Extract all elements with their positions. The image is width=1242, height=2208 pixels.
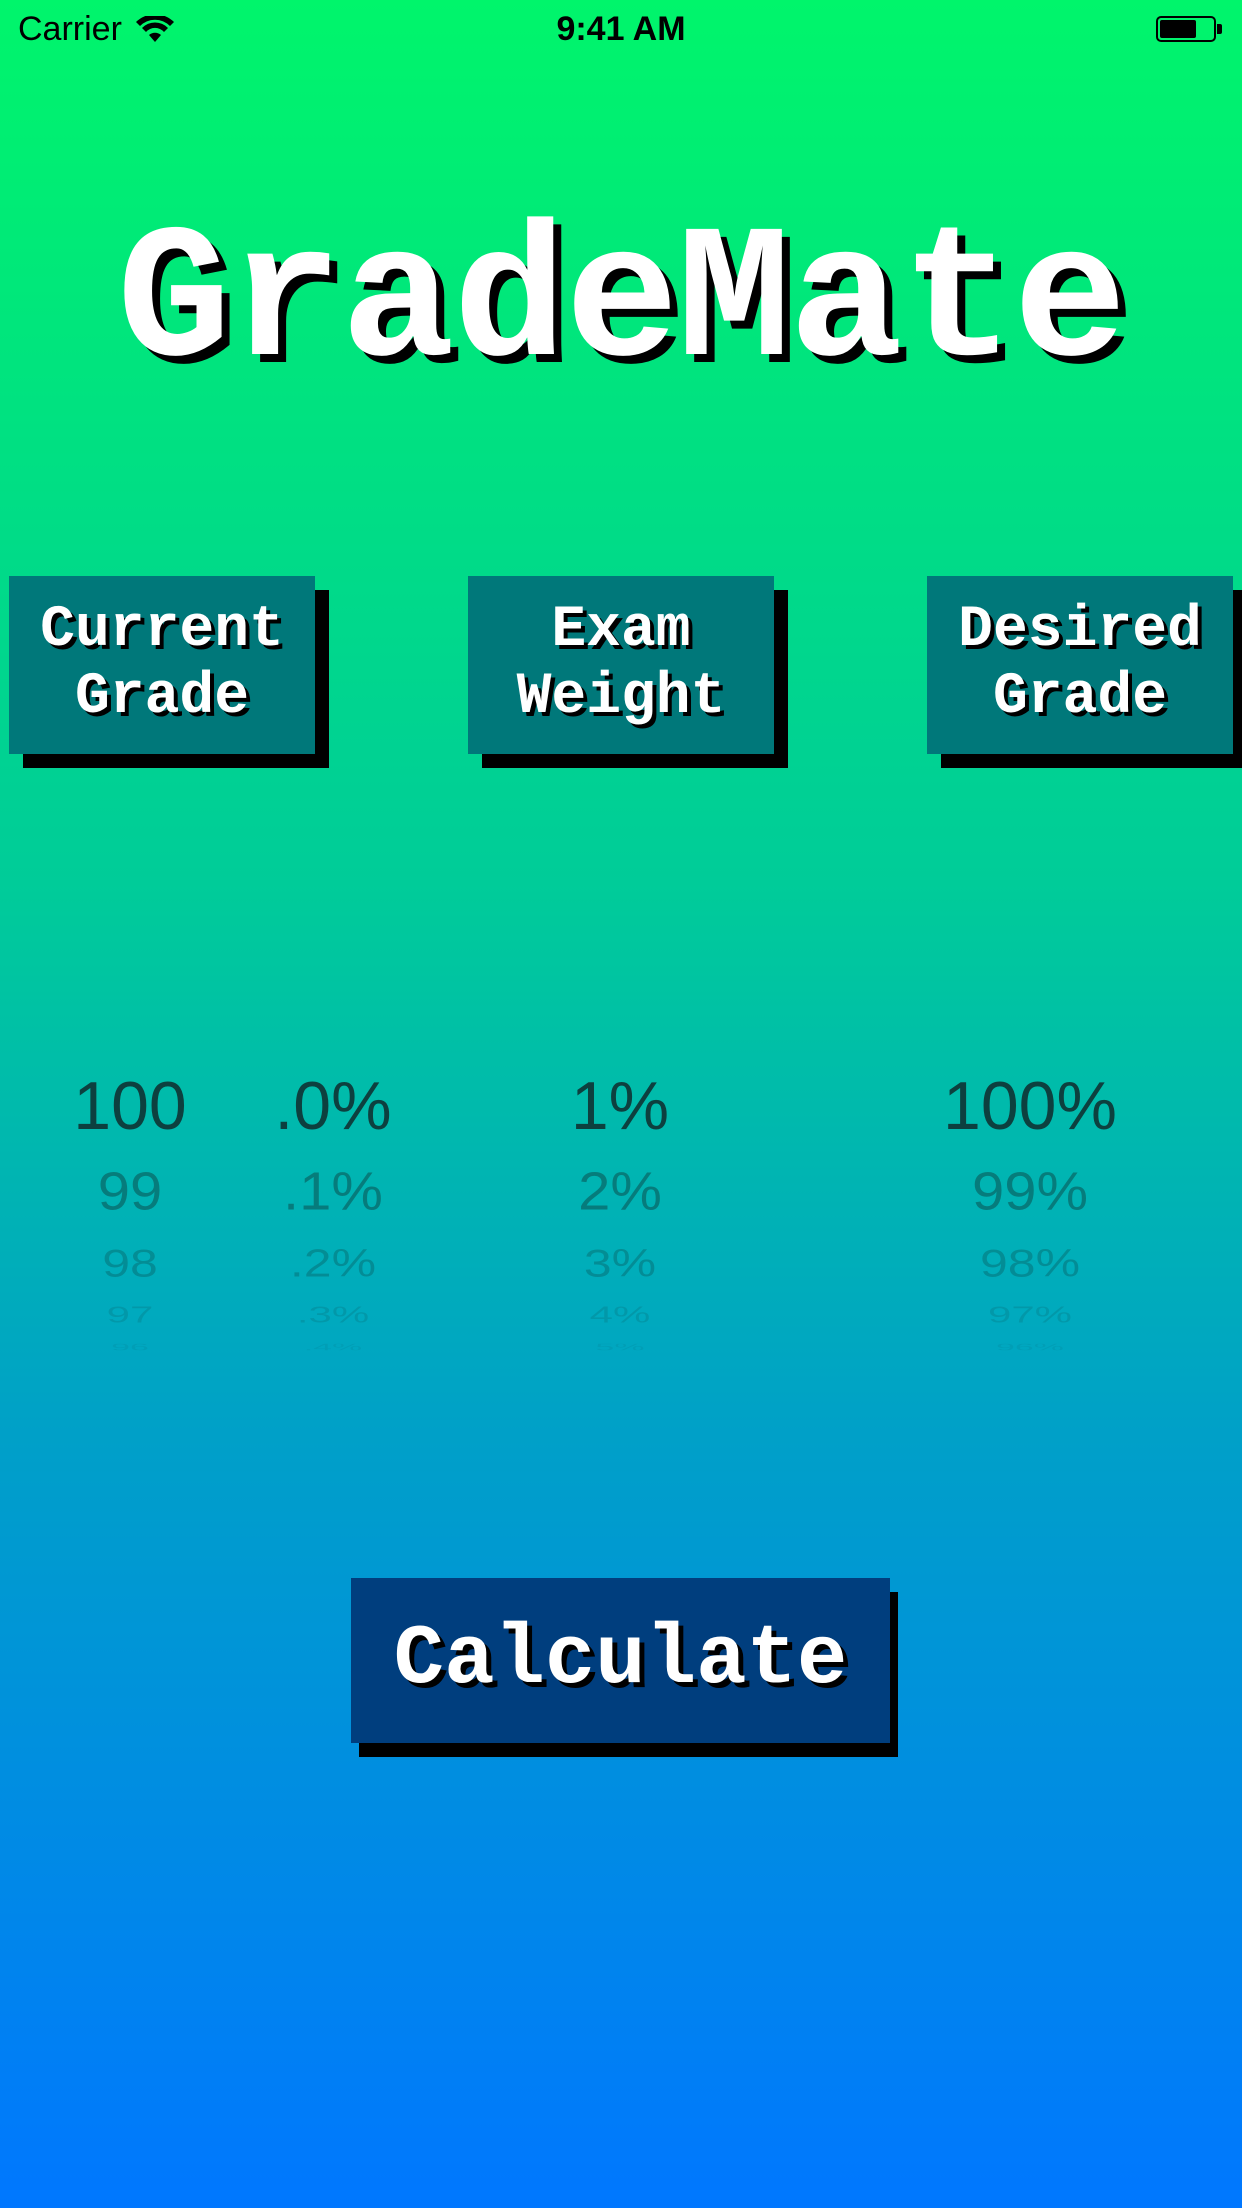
picker-option[interactable]: .3% bbox=[258, 1303, 408, 1326]
picker-option[interactable]: 4% bbox=[545, 1303, 695, 1326]
picker-option[interactable]: 96% bbox=[930, 1344, 1130, 1351]
status-time: 9:41 AM bbox=[556, 10, 686, 48]
picker-option[interactable]: 97% bbox=[930, 1303, 1130, 1326]
picker-option[interactable]: 99 bbox=[60, 1155, 200, 1229]
picker-option[interactable]: 98% bbox=[930, 1239, 1130, 1287]
picker-option[interactable]: 97 bbox=[60, 1303, 200, 1326]
picker-option[interactable]: 100% bbox=[930, 1060, 1130, 1152]
desired-grade-label: Desired Grade bbox=[927, 576, 1233, 754]
picker-option[interactable]: 2% bbox=[545, 1155, 695, 1229]
current-grade-label: Current Grade bbox=[9, 576, 315, 754]
picker-option[interactable]: .1% bbox=[258, 1155, 408, 1229]
picker-option[interactable]: .4% bbox=[258, 1344, 408, 1351]
calculate-button[interactable]: Calculate bbox=[351, 1578, 890, 1743]
status-bar: Carrier 9:41 AM bbox=[0, 0, 1242, 60]
picker-option[interactable]: 5% bbox=[545, 1344, 695, 1351]
picker-option[interactable]: 98 bbox=[60, 1239, 200, 1287]
battery-icon bbox=[1156, 16, 1222, 44]
picker-option[interactable]: .2% bbox=[258, 1239, 408, 1287]
current-grade-decimal-picker[interactable]: .0% .1% .2% .3% .4% bbox=[258, 1060, 408, 1358]
picker-option[interactable]: 3% bbox=[545, 1239, 695, 1287]
app-title: GradeMate bbox=[116, 197, 1127, 412]
picker-option[interactable]: 100 bbox=[60, 1060, 200, 1152]
picker-option[interactable]: .0% bbox=[258, 1060, 408, 1152]
picker-option[interactable]: 99% bbox=[930, 1155, 1130, 1229]
exam-weight-picker[interactable]: 1% 2% 3% 4% 5% bbox=[545, 1060, 695, 1358]
desired-grade-picker[interactable]: 100% 99% 98% 97% 96% bbox=[930, 1060, 1130, 1358]
exam-weight-label: Exam Weight bbox=[468, 576, 774, 754]
current-grade-integer-picker[interactable]: 100 99 98 97 96 bbox=[60, 1060, 200, 1358]
picker-option[interactable]: 96 bbox=[60, 1344, 200, 1351]
picker-option[interactable]: 1% bbox=[545, 1060, 695, 1152]
